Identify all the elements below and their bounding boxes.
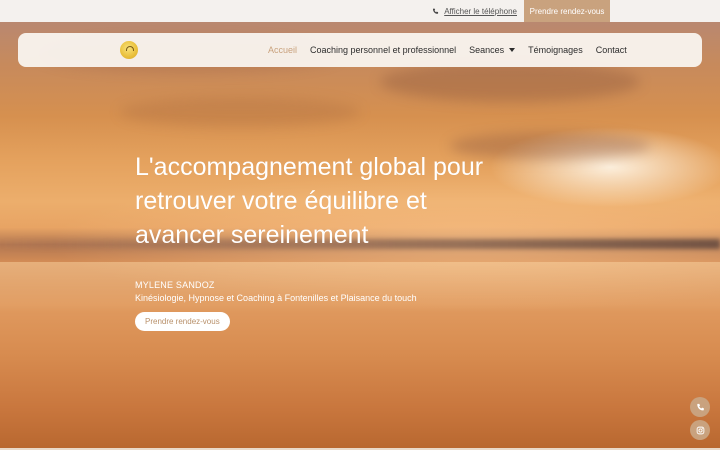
instagram-icon — [696, 426, 705, 435]
cloud-shape — [120, 97, 360, 127]
hero-title: L'accompagnement global pour retrouver v… — [135, 153, 484, 249]
nav-item-accueil[interactable]: Accueil — [268, 45, 297, 55]
nav-item-seances[interactable]: Seances — [469, 45, 516, 55]
show-phone-label: Afficher le téléphone — [444, 6, 517, 16]
hero-content: L'accompagnement global pour retrouver v… — [135, 150, 535, 331]
main-navbar: Accueil Coaching personnel et profession… — [18, 33, 702, 67]
nav-item-contact[interactable]: Contact — [596, 45, 627, 55]
nav-item-coaching[interactable]: Coaching personnel et professionnel — [310, 45, 456, 55]
hero-subtitle: Kinésiologie, Hypnose et Coaching à Font… — [135, 293, 417, 303]
logo-mark — [126, 46, 134, 51]
nav-item-seances-label: Seances — [469, 45, 505, 55]
phone-icon — [432, 8, 439, 15]
top-bar: Afficher le téléphone Prendre rendez-vou… — [0, 0, 720, 22]
show-phone-link[interactable]: Afficher le téléphone — [432, 0, 517, 22]
hero-name: MYLENE SANDOZ — [135, 280, 215, 290]
hero-appointment-button[interactable]: Prendre rendez-vous — [135, 312, 230, 331]
chevron-down-icon — [509, 48, 516, 52]
logo-icon[interactable] — [120, 41, 138, 59]
nav-menu: Accueil Coaching personnel et profession… — [268, 33, 627, 67]
cloud-shape — [380, 62, 640, 102]
nav-item-temoignages[interactable]: Témoignages — [528, 45, 583, 55]
phone-icon — [696, 403, 705, 412]
top-appointment-button[interactable]: Prendre rendez-vous — [524, 0, 610, 22]
floating-instagram-button[interactable] — [690, 420, 710, 440]
floating-phone-button[interactable] — [690, 397, 710, 417]
